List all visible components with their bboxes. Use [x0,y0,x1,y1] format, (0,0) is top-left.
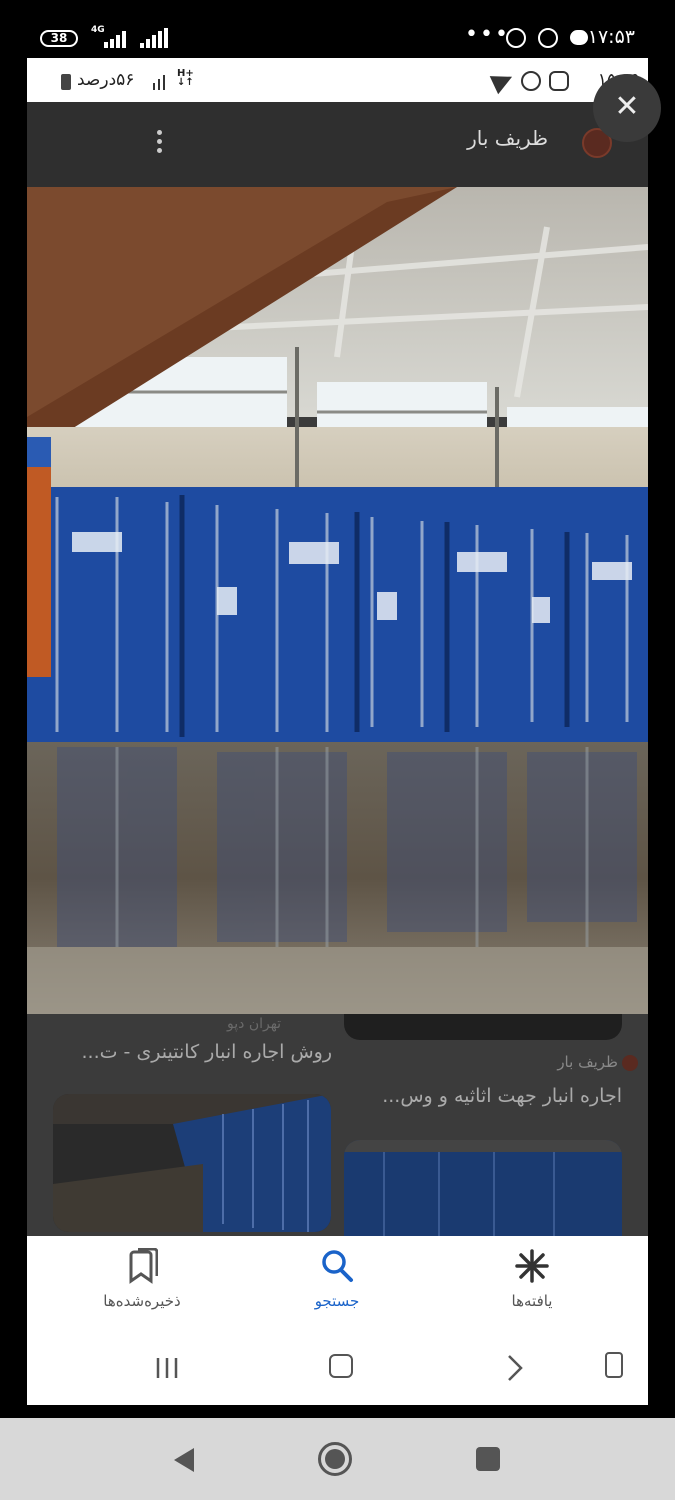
chevron-right-icon[interactable] [505,1354,525,1382]
more-options-icon[interactable] [157,130,163,157]
nav-saved-label: ذخیره‌شده‌ها [103,1292,181,1310]
nav-saved[interactable]: ذخیره‌شده‌ها [77,1247,207,1310]
chat-bubble-icon [570,30,588,45]
close-button[interactable]: ✕ [593,74,661,142]
asterisk-icon [515,1249,549,1283]
signal-icon [90,28,130,48]
site-title: ظریف بار [467,126,548,150]
inner-status-bar: ۵۶درصد H+↓↑ ۱۵:۱۹ [27,58,648,102]
nav-found[interactable]: یافته‌ها [467,1248,597,1310]
nav-found-label: یافته‌ها [511,1292,553,1310]
sync-icon [506,28,526,48]
outer-clock: ۱۷:۵۳ [587,26,635,48]
battery-percent: ۵۶درصد [77,70,135,90]
bottom-navigation: ذخیره‌شده‌ها جستجو یافته‌ها [27,1236,648,1405]
phone-rotate-icon[interactable] [605,1352,623,1378]
signal-icon-2 [138,28,170,48]
outer-status-bar: 38 4G ••• ۱۷:۵۳ [0,0,675,58]
feed-card-title[interactable]: روش اجاره انبار کانتینری - ت... [67,1041,333,1063]
home-dot-icon [325,1449,345,1469]
feed-card-image[interactable] [53,1094,331,1232]
sync-icon-2 [538,28,558,48]
battery-icon [61,74,71,90]
nav-search-label: جستجو [314,1292,360,1310]
signal-icon [151,74,171,90]
app-header: ظریف بار [27,102,648,187]
source-logo-icon [622,1055,638,1071]
nav-search[interactable]: جستجو [272,1248,402,1310]
battery-indicator: 38 [40,30,78,47]
preview-image[interactable] [27,187,648,1014]
network-type-icon: H+ ↓↑ [177,68,194,88]
overflow-dots: ••• [465,22,510,47]
feed-card-source: ظریف بار [557,1053,618,1071]
home-icon[interactable] [329,1354,353,1378]
bookmark-icon [129,1247,159,1284]
telegram-icon [489,67,517,95]
feed-card-image[interactable] [344,1140,622,1250]
recents-button[interactable] [476,1447,500,1471]
instagram-icon [549,71,569,91]
feed-card-source: تهران دپو [227,1016,282,1032]
back-icon[interactable] [172,1446,196,1474]
whatsapp-icon [521,71,541,91]
feed-card-bottom [344,1014,622,1040]
recents-icon[interactable] [155,1356,181,1380]
inner-screen: ۵۶درصد H+↓↑ ۱۵:۱۹ ظریف بار [27,58,648,1405]
feed-card-title[interactable]: اجاره انبار جهت اثاثیه و وس... [352,1085,622,1107]
system-navigation-bar [0,1418,675,1500]
search-icon [322,1250,353,1282]
